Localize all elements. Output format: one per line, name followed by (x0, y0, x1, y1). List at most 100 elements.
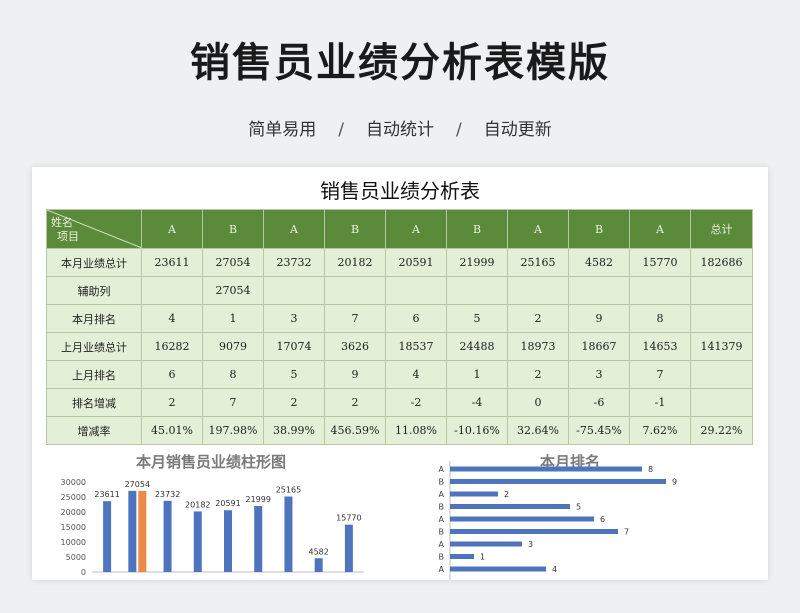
table-cell: 8 (202, 360, 264, 389)
table-row: 本月业绩总计 23611 27054 23732 20182 20591 21999 2516… (46, 248, 753, 277)
table-cell: 1 (202, 304, 264, 333)
spreadsheet-preview: 销售员业绩分析表 姓名 项目 A B A B A B A B A 总计 本月业绩总计 23611 27… (32, 167, 768, 580)
data-label: 20182 (185, 500, 210, 509)
data-label: 1 (480, 553, 485, 562)
bar (450, 479, 666, 484)
category-label: A (439, 490, 445, 499)
table-cell: 3 (263, 304, 325, 333)
table-cell: 23611 (141, 248, 203, 277)
header-row: 姓名 项目 A B A B A B A B A 总计 (46, 209, 753, 249)
category-label: B (439, 528, 445, 537)
page-subtitle: 简单易用 / 自动统计 / 自动更新 (0, 115, 800, 140)
row-label: 上月业绩总计 (46, 332, 142, 361)
column-header-1: A (141, 209, 203, 249)
y-tick-label: 5000 (66, 553, 86, 562)
table-cell: 23732 (263, 248, 325, 277)
table-cell: 5 (446, 304, 508, 333)
sheet-title: 销售员业绩分析表 (320, 179, 480, 203)
bar (450, 504, 570, 509)
bar (450, 529, 618, 534)
data-label: 8 (648, 465, 653, 474)
category-label: A (439, 515, 445, 524)
category-label: B (439, 553, 445, 562)
table-cell (690, 304, 753, 333)
table-cell: 21999 (446, 248, 508, 277)
column-header-3: A (263, 209, 325, 249)
table-cell: 24488 (446, 332, 508, 361)
table-cell: 14653 (629, 332, 691, 361)
table-cell: -1 (629, 388, 691, 417)
row-label: 辅助列 (46, 276, 142, 305)
table-cell: -4 (446, 388, 508, 417)
table-cell: 2 (507, 304, 569, 333)
table-cell (324, 276, 386, 305)
table-cell: -10.16% (446, 416, 508, 445)
corner-header-cell: 姓名 项目 (46, 209, 142, 249)
table-cell: 6 (385, 304, 447, 333)
table-cell (568, 276, 630, 305)
data-label: 6 (600, 515, 605, 524)
table-row: 增减率 45.01% 197.98% 38.99% 456.59% 11.08% -10.1… (46, 416, 753, 445)
row-label: 上月排名 (46, 360, 142, 389)
table-cell: 8 (629, 304, 691, 333)
table-cell: 4 (141, 304, 203, 333)
column-header-8: B (568, 209, 630, 249)
data-label: 4 (552, 565, 557, 574)
table-cell: 18537 (385, 332, 447, 361)
subtitle-item-1: 简单易用 (248, 120, 317, 140)
bar (450, 466, 642, 472)
column-header-9: A (629, 209, 691, 249)
y-tick-label: 0 (81, 568, 86, 577)
table-cell: 7.62% (629, 416, 691, 445)
table-cell (385, 276, 447, 305)
data-label: 5 (576, 503, 581, 512)
bar (450, 554, 474, 559)
table-row: 排名增减 2 7 2 2 -2 -4 0 -6 -1 (46, 388, 753, 417)
table-cell: 9 (324, 360, 386, 389)
table-cell: 9 (568, 304, 630, 333)
table-cell: 20591 (385, 248, 447, 277)
table-cell: 29.22% (690, 416, 753, 445)
subtitle-separator-2: / (456, 120, 462, 140)
table-cell: 38.99% (263, 416, 325, 445)
bar (103, 501, 112, 572)
data-label: 20591 (215, 499, 240, 508)
category-label: A (439, 565, 445, 574)
table-cell: 7 (629, 360, 691, 389)
data-label: 2 (504, 490, 509, 499)
y-tick-label: 25000 (61, 493, 86, 502)
column-header-4: B (324, 209, 386, 249)
table-row: 上月业绩总计 16282 9079 17074 3626 18537 24488 18973 1… (46, 332, 753, 361)
table-cell: 4582 (568, 248, 630, 277)
table-cell (263, 276, 325, 305)
rank-bar-chart: 本月排名 A 8 B 9 A 2 B 5 A 6 B 7 A 3 B 1 A 4 (380, 445, 692, 580)
data-label: 23611 (94, 490, 119, 499)
table-cell: 2 (324, 388, 386, 417)
category-label: B (439, 478, 445, 487)
data-label: 21999 (245, 495, 270, 504)
table-row: 辅助列 27054 (46, 276, 753, 305)
performance-table: 姓名 项目 A B A B A B A B A 总计 本月业绩总计 23611 27054 23732 2… (46, 209, 753, 445)
table-cell: 27054 (202, 248, 264, 277)
table-cell: 32.64% (507, 416, 569, 445)
table-cell: 16282 (141, 332, 203, 361)
table-cell: 5 (263, 360, 325, 389)
table-cell (690, 360, 753, 389)
row-label: 增减率 (46, 416, 142, 445)
table-cell: 0 (507, 388, 569, 417)
table-cell (446, 276, 508, 305)
table-cell: 18667 (568, 332, 630, 361)
table-cell: 3626 (324, 332, 386, 361)
y-tick-label: 10000 (61, 538, 86, 547)
table-cell: 45.01% (141, 416, 203, 445)
bar (128, 490, 137, 572)
bar (254, 506, 263, 572)
sales-bar-chart-svg: 本月销售员业绩柱形图 0 5000 10000 15000 20000 25000 30000… (61, 453, 364, 577)
table-cell: 25165 (507, 248, 569, 277)
bar (450, 541, 522, 547)
data-label: 15770 (336, 514, 361, 523)
y-tick-label: 15000 (61, 523, 86, 532)
y-tick-label: 30000 (61, 478, 86, 487)
table-row: 本月排名 4 1 3 7 6 5 2 9 8 (46, 304, 753, 333)
page-title: 销售员业绩分析表模版 (190, 40, 610, 86)
